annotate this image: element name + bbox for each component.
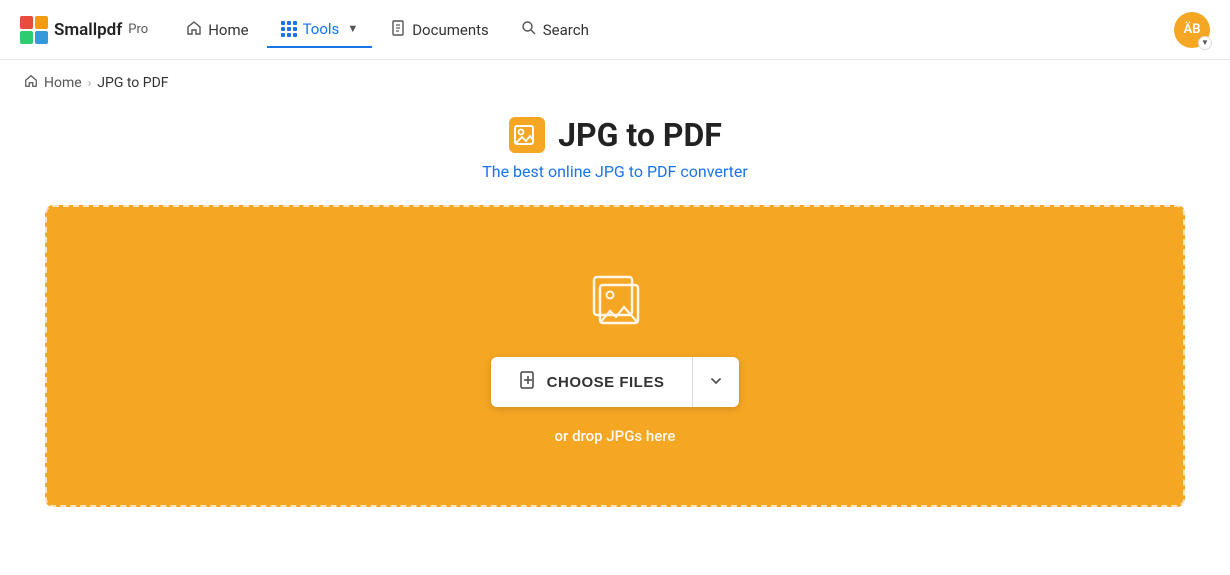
main-content: JPG to PDF The best online JPG to PDF co…	[0, 106, 1230, 531]
search-icon	[521, 20, 537, 40]
nav-tools-label: Tools	[303, 20, 340, 38]
choose-files-button[interactable]: CHOOSE FILES	[491, 357, 693, 407]
breadcrumb: Home › JPG to PDF	[0, 60, 1230, 106]
choose-files-row: CHOOSE FILES	[491, 357, 740, 407]
page-title: JPG to PDF	[558, 116, 722, 154]
page-subtitle: The best online JPG to PDF converter	[482, 162, 748, 181]
avatar-dropdown-badge: ▼	[1198, 36, 1212, 50]
nav-tools[interactable]: Tools ▼	[267, 12, 373, 48]
nav-documents-label: Documents	[412, 21, 489, 39]
choose-files-doc-icon	[519, 371, 537, 393]
choose-files-dropdown-button[interactable]	[693, 357, 739, 407]
drop-zone-icon	[580, 267, 650, 337]
documents-icon	[390, 20, 406, 40]
user-avatar[interactable]: ÄB ▼	[1174, 12, 1210, 48]
nav-search[interactable]: Search	[507, 12, 603, 48]
tools-dropdown-arrow: ▼	[347, 22, 358, 35]
avatar-initials: ÄB	[1184, 22, 1201, 37]
page-title-area: JPG to PDF	[508, 116, 722, 154]
logo-area[interactable]: Smallpdf Pro	[20, 16, 148, 44]
logo-name: Smallpdf	[54, 20, 122, 40]
smallpdf-logo-icon	[20, 16, 48, 44]
nav-documents[interactable]: Documents	[376, 12, 503, 48]
nav-search-label: Search	[543, 21, 589, 39]
breadcrumb-separator: ›	[88, 76, 92, 90]
logo-pro: Pro	[128, 22, 148, 37]
drop-hint: or drop JPGs here	[555, 427, 676, 445]
nav-home[interactable]: Home	[172, 12, 262, 48]
main-nav: Home Tools ▼ Docume	[172, 12, 1166, 48]
chevron-down-icon	[709, 374, 723, 391]
breadcrumb-home[interactable]: Home	[44, 75, 82, 91]
drop-zone[interactable]: CHOOSE FILES or drop JPGs here	[45, 205, 1185, 507]
nav-home-label: Home	[208, 21, 248, 39]
header: Smallpdf Pro Home Tools ▼	[0, 0, 1230, 60]
tools-grid-icon	[281, 21, 297, 37]
jpg-to-pdf-icon	[508, 116, 546, 154]
breadcrumb-current: JPG to PDF	[97, 75, 168, 91]
home-icon	[186, 20, 202, 40]
choose-files-label: CHOOSE FILES	[547, 374, 665, 391]
breadcrumb-home-icon	[24, 74, 38, 92]
